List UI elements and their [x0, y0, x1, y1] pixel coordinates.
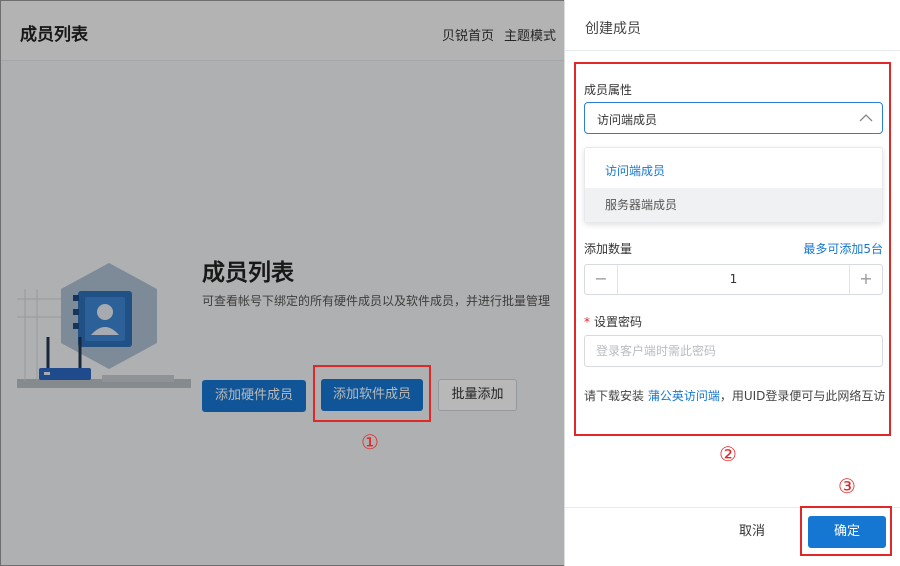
cancel-button[interactable]: 取消 [720, 516, 784, 548]
annotation-step-1: ① [361, 430, 379, 454]
annotation-step-3: ③ [838, 474, 856, 498]
annotation-box-2 [574, 62, 891, 436]
modal-overlay[interactable] [0, 0, 564, 566]
drawer-title: 创建成员 [585, 21, 641, 37]
annotation-box-3 [800, 506, 892, 556]
annotation-box-1 [313, 365, 431, 422]
drawer-header: 创建成员 [565, 0, 900, 51]
annotation-step-2: ② [719, 442, 737, 466]
